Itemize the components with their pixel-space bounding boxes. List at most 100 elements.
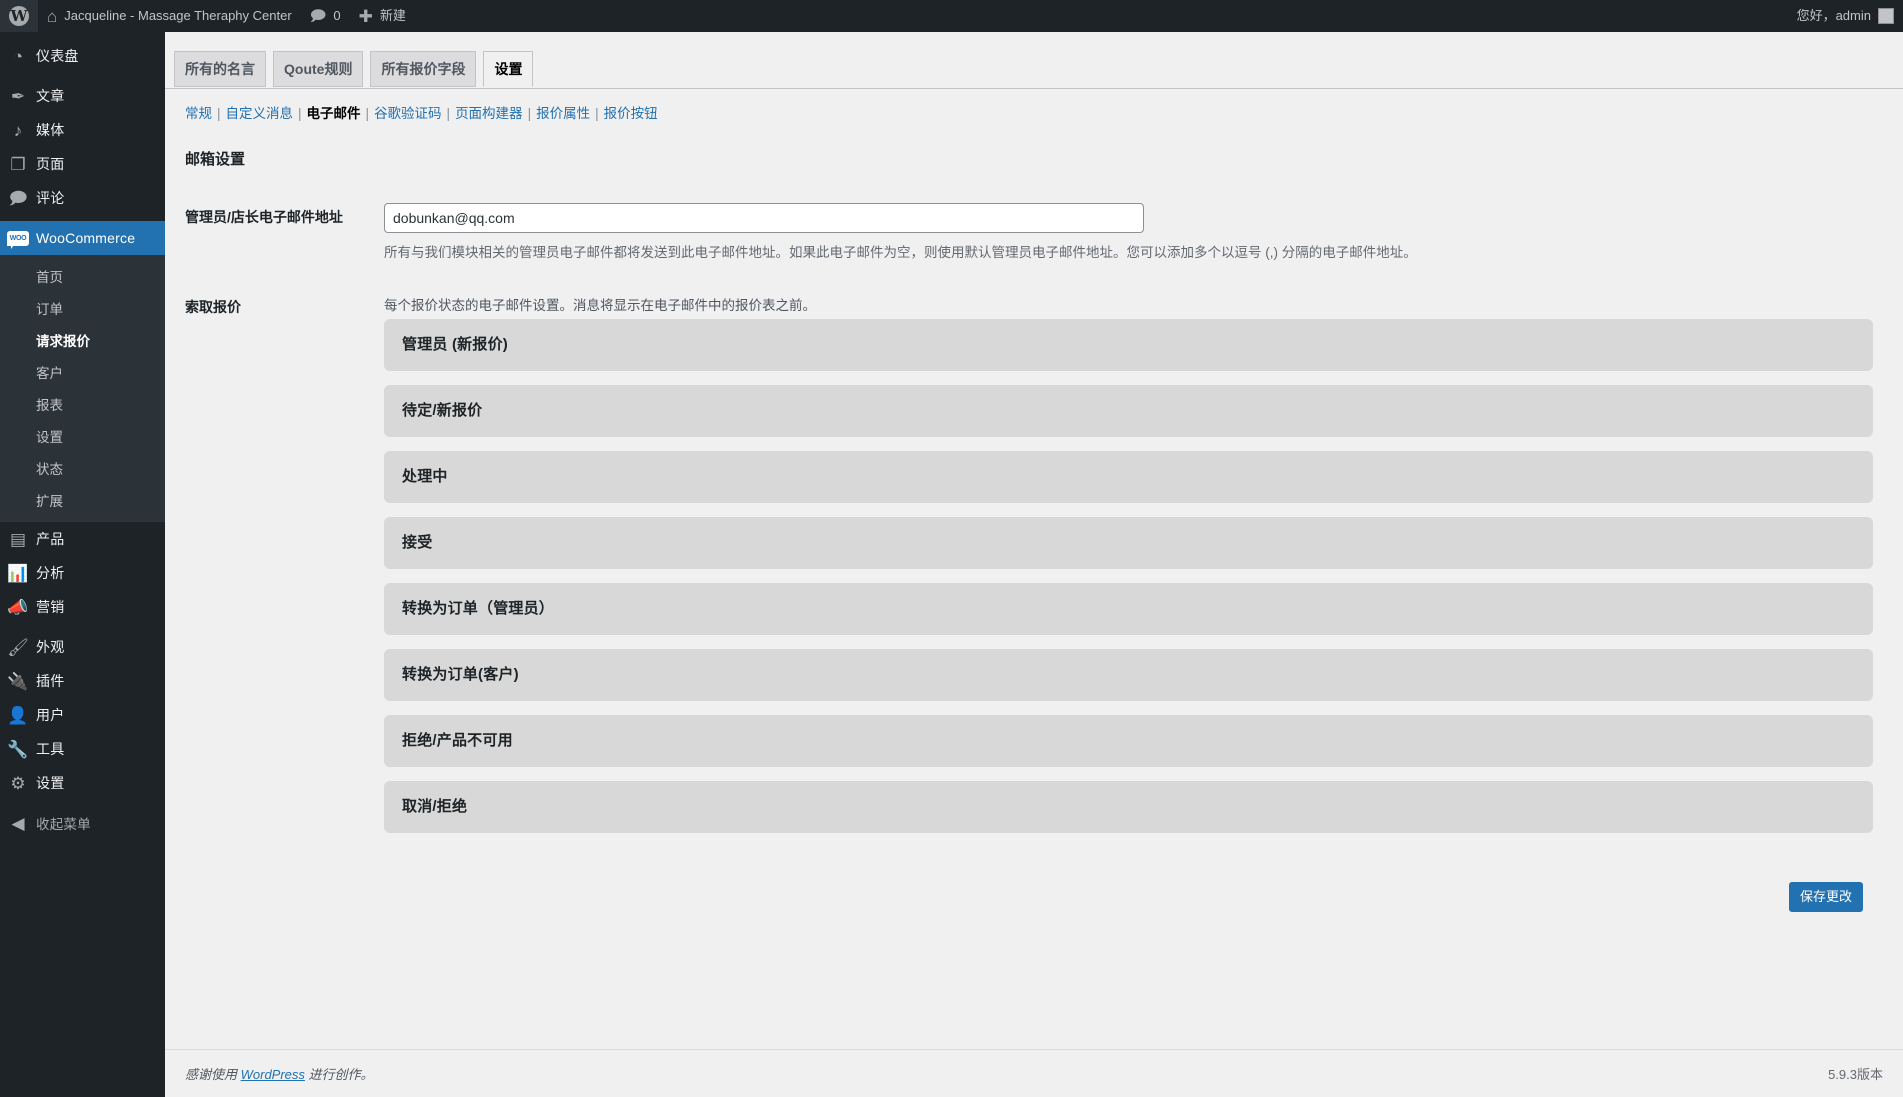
sidebar-item-products[interactable]: ▤ 产品 xyxy=(0,522,165,556)
sidebar-item-pages-label: 页面 xyxy=(36,156,65,172)
comments-count: 0 xyxy=(333,8,341,23)
admin-email-cell: 所有与我们模块相关的管理员电子邮件都将发送到此电子邮件地址。如果此电子邮件为空，… xyxy=(374,188,1883,278)
sidebar-item-marketing[interactable]: 📣 营销 xyxy=(0,590,165,624)
sidebar-item-media-label: 媒体 xyxy=(36,122,65,138)
sidebar-subitem-home[interactable]: 首页 xyxy=(0,260,165,292)
plus-icon: ✚ xyxy=(358,6,373,26)
sidebar-item-settings-label: 设置 xyxy=(36,775,65,791)
accordion-cancelled-declined[interactable]: 取消/拒绝 xyxy=(384,780,1873,833)
sidebar-subitem-customers[interactable]: 客户 xyxy=(0,356,165,388)
sidebar-item-posts-label: 文章 xyxy=(36,88,65,104)
site-name-label: Jacqueline - Massage Theraphy Center xyxy=(64,8,292,23)
accordion-admin-new-quote[interactable]: 管理员 (新报价) xyxy=(384,318,1873,371)
sidebar-subitem-orders[interactable]: 订单 xyxy=(0,292,165,324)
accordion-convert-order-customer[interactable]: 转换为订单(客户) xyxy=(384,648,1873,701)
subtab-general[interactable]: 常规 xyxy=(185,106,212,121)
new-content-menu-item[interactable]: ✚ 新建 xyxy=(350,0,415,32)
sidebar-item-woocommerce-label: WooCommerce xyxy=(36,230,136,246)
admin-bar: W ⌂ Jacqueline - Massage Theraphy Center… xyxy=(0,0,1903,32)
subtab-emails[interactable]: 电子邮件 xyxy=(307,106,361,121)
collapse-menu-button[interactable]: ◀ 收起菜单 xyxy=(0,806,165,840)
save-changes-button[interactable]: 保存更改 xyxy=(1788,881,1863,912)
accordion-accepted[interactable]: 接受 xyxy=(384,516,1873,569)
sidebar-item-dashboard[interactable]: ◔ 仪表盘 xyxy=(0,39,165,73)
products-icon: ▤ xyxy=(9,529,27,549)
subtab-quote-attributes[interactable]: 报价属性 xyxy=(536,106,590,121)
media-icon: ♪ xyxy=(13,120,23,140)
sidebar-item-woocommerce[interactable]: WOO WooCommerce xyxy=(0,221,173,255)
site-name-menu-item[interactable]: ⌂ Jacqueline - Massage Theraphy Center xyxy=(38,0,301,32)
appearance-brush-icon: 🖌 xyxy=(7,637,29,657)
sidebar-subitem-status[interactable]: 状态 xyxy=(0,452,165,484)
sidebar-item-posts[interactable]: ✒ 文章 xyxy=(0,79,165,113)
accordion-processing[interactable]: 处理中 xyxy=(384,450,1873,503)
sidebar-item-settings[interactable]: ⚙ 设置 xyxy=(0,766,165,800)
marketing-megaphone-icon: 📣 xyxy=(7,597,29,617)
sidebar-item-tools[interactable]: 🔧 工具 xyxy=(0,732,165,766)
subtab-quote-button[interactable]: 报价按钮 xyxy=(604,106,658,121)
subtab-separator: | xyxy=(298,106,302,121)
sidebar-item-users[interactable]: 👤 用户 xyxy=(0,698,165,732)
tab-all-quote-fields[interactable]: 所有报价字段 xyxy=(370,51,477,87)
sidebar-subitem-settings[interactable]: 设置 xyxy=(0,420,165,452)
request-quote-cell: 每个报价状态的电子邮件设置。消息将显示在电子邮件中的报价表之前。 管理员 (新报… xyxy=(374,278,1883,862)
accordion-convert-order-admin-title: 转换为订单（管理员） xyxy=(402,600,555,618)
admin-email-label: 管理员/店长电子邮件地址 xyxy=(185,209,343,225)
settings-sliders-icon: ⚙ xyxy=(10,773,26,793)
admin-email-input[interactable] xyxy=(384,203,1144,233)
new-content-label: 新建 xyxy=(379,8,406,23)
settings-form-table: 管理员/店长电子邮件地址 所有与我们模块相关的管理员电子邮件都将发送到此电子邮件… xyxy=(185,188,1883,862)
subtab-separator: | xyxy=(595,106,599,121)
sidebar-item-products-label: 产品 xyxy=(36,531,65,547)
accordion-admin-new-quote-title: 管理员 (新报价) xyxy=(402,336,508,354)
sidebar-item-appearance[interactable]: 🖌 外观 xyxy=(0,630,165,664)
admin-sidebar-menu: ◔ 仪表盘 ✒ 文章 ♪ 媒体 ❐ 页面 🗩 评论 WOO WooCommerce 首页 订单 请求报价客… xyxy=(0,32,173,1097)
sidebar-item-appearance-label: 外观 xyxy=(36,639,65,655)
admin-email-description: 所有与我们模块相关的管理员电子邮件都将发送到此电子邮件地址。如果此电子邮件为空，… xyxy=(384,245,1417,260)
wordpress-link[interactable]: WordPress xyxy=(241,1067,305,1082)
posts-pin-icon: ✒ xyxy=(10,86,26,106)
sidebar-subitem-reports[interactable]: 报表 xyxy=(0,388,165,420)
accordion-rejected-unavailable[interactable]: 拒绝/产品不可用 xyxy=(384,714,1873,767)
pages-icon: ❐ xyxy=(10,154,26,174)
tab-settings[interactable]: 设置 xyxy=(483,51,534,87)
sidebar-item-comments[interactable]: 🗩 评论 xyxy=(0,181,165,215)
accordion-accepted-title: 接受 xyxy=(402,534,433,552)
sidebar-item-comments-label: 评论 xyxy=(36,190,65,206)
subtab-page-builder[interactable]: 页面构建器 xyxy=(455,106,523,121)
admin-footer: 感谢使用 WordPress 进行创作。 5.9.3版本 xyxy=(165,1049,1903,1097)
content-area: 所有的名言 Qoute规则 所有报价字段 设置 常规 | 自定义消息 | 电子邮件 | 谷歌验证码… xyxy=(165,32,1903,1097)
accordion-pending-new-quote-title: 待定/新报价 xyxy=(402,402,483,420)
avatar xyxy=(1878,8,1894,24)
tab-all-quotes[interactable]: 所有的名言 xyxy=(174,51,266,87)
accordion-processing-title: 处理中 xyxy=(402,468,448,486)
sidebar-item-dashboard-label: 仪表盘 xyxy=(36,48,79,64)
subtab-separator: | xyxy=(365,106,370,121)
sidebar-item-tools-label: 工具 xyxy=(36,741,65,757)
subtab-custom-message[interactable]: 自定义消息 xyxy=(226,106,294,121)
my-account-menu-item[interactable]: 您好，admin xyxy=(1788,0,1903,32)
sidebar-subitem-extensions[interactable]: 扩展 xyxy=(0,484,165,516)
sidebar-item-media[interactable]: ♪ 媒体 xyxy=(0,113,165,147)
accordion-pending-new-quote[interactable]: 待定/新报价 xyxy=(384,384,1873,437)
sidebar-item-pages[interactable]: ❐ 页面 xyxy=(0,147,165,181)
users-icon: 👤 xyxy=(7,705,29,725)
accordion-convert-order-customer-title: 转换为订单(客户) xyxy=(402,666,519,684)
subtab-google-recaptcha[interactable]: 谷歌验证码 xyxy=(374,106,442,121)
admin-bar-right-group: 您好，admin xyxy=(1788,0,1903,32)
tab-quote-rules[interactable]: Qoute规则 xyxy=(273,51,364,87)
request-quote-row: 索取报价 每个报价状态的电子邮件设置。消息将显示在电子邮件中的报价表之前。 管理… xyxy=(185,278,1883,862)
dashboard-icon: ◔ xyxy=(12,46,24,66)
sidebar-item-plugins[interactable]: 🔌 插件 xyxy=(0,664,165,698)
accordion-convert-order-admin[interactable]: 转换为订单（管理员） xyxy=(384,582,1873,635)
email-status-accordion: 管理员 (新报价) 待定/新报价 处理中接受转换为订单（管理员） 转换为订单(客户) 拒… xyxy=(384,318,1873,833)
subtab-separator: | xyxy=(446,106,451,121)
sidebar-item-analytics[interactable]: 📊 分析 xyxy=(0,556,165,590)
subtab-separator: | xyxy=(217,106,221,121)
sidebar-item-users-label: 用户 xyxy=(36,707,65,723)
wp-logo-menu-item[interactable]: W xyxy=(0,0,38,32)
settings-wrap: 所有的名言 Qoute规则 所有报价字段 设置 常规 | 自定义消息 | 电子邮件 | 谷歌验证码… xyxy=(165,32,1903,912)
top-tab-bar: 所有的名言 Qoute规则 所有报价字段 设置 xyxy=(165,42,1903,89)
comments-menu-item[interactable]: 🗩 0 xyxy=(301,0,350,32)
sidebar-subitem-request-quote[interactable]: 请求报价 xyxy=(0,324,165,356)
